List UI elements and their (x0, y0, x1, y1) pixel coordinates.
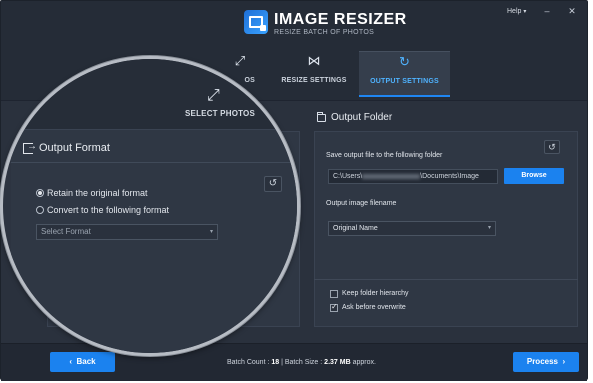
save-folder-label: Save output file to the following folder (326, 152, 443, 159)
help-menu[interactable]: Help ▾ (507, 8, 526, 15)
app-logo-icon (244, 10, 268, 34)
retain-format-label: Retain the original format (47, 188, 148, 198)
chevron-left-icon: ‹ (69, 357, 73, 366)
minimize-button[interactable]: – (541, 5, 553, 17)
convert-format-radio[interactable] (36, 206, 44, 214)
keep-hierarchy-label: Keep folder hierarchy (342, 290, 409, 297)
divider (314, 279, 578, 280)
app-subtitle: RESIZE BATCH OF PHOTOS (274, 29, 375, 36)
blurred-username (362, 173, 421, 179)
back-label: Back (76, 357, 96, 366)
expand-arrows-icon: ⤢ (207, 87, 220, 104)
filename-label: Output image filename (326, 200, 397, 207)
reset-format-button[interactable]: ↺ (264, 176, 282, 192)
chevron-down-icon: ▾ (209, 229, 213, 235)
browse-button[interactable]: Browse (504, 168, 564, 184)
process-button[interactable]: Process › (513, 352, 579, 372)
rotate-arrow-icon: ↻ (399, 54, 410, 69)
ask-overwrite-label: Ask before overwrite (342, 304, 406, 311)
format-select[interactable]: Select Format ▾ (36, 224, 218, 240)
tab-output-settings-label: OUTPUT SETTINGS (370, 78, 439, 85)
export-icon: → (23, 141, 37, 154)
back-button[interactable]: ‹ Back (50, 352, 115, 372)
retain-format-radio[interactable] (36, 189, 44, 197)
chevron-down-icon: ▾ (487, 225, 491, 231)
tab-output-settings[interactable]: ↻ OUTPUT SETTINGS (359, 51, 450, 97)
filename-value: Original Name (333, 225, 378, 232)
process-label: Process (526, 357, 558, 366)
convert-format-label: Convert to the following format (47, 205, 170, 215)
ask-overwrite-checkbox[interactable] (330, 302, 338, 312)
keep-hierarchy-checkbox[interactable] (330, 290, 338, 298)
reset-icon: ↺ (548, 142, 556, 152)
path-suffix: \Documents\Image (420, 173, 479, 180)
magnifier-lens: ⤢ SELECT PHOTOS → Output Format ↺ Retain… (0, 56, 300, 356)
batch-size-suffix: approx. (350, 359, 376, 366)
batch-count-label: Batch Count : (227, 359, 272, 366)
output-path-field[interactable]: C:\Users\ \Documents\Image (328, 169, 498, 184)
batch-count-value: 18 (271, 359, 280, 366)
output-format-title: Output Format (39, 142, 110, 154)
tab-select-photos-label[interactable]: SELECT PHOTOS (185, 109, 255, 118)
lens-tab-area (3, 59, 297, 129)
batch-size-label: | Batch Size : (279, 359, 325, 366)
chevron-right-icon: › (562, 357, 566, 366)
reset-folder-button[interactable]: ↺ (544, 140, 560, 154)
output-folder-title: Output Folder (331, 112, 393, 123)
close-button[interactable]: ✕ (566, 5, 578, 17)
path-prefix: C:\Users\ (333, 173, 363, 180)
help-label: Help (507, 8, 522, 15)
lens-output-format-panel (11, 129, 297, 353)
format-select-placeholder: Select Format (41, 227, 91, 236)
app-title: IMAGE RESIZER (274, 11, 407, 28)
filename-select[interactable]: Original Name ▾ (328, 221, 496, 236)
reset-icon: ↺ (268, 178, 278, 189)
active-tab-indicator (359, 95, 450, 97)
chevron-down-icon: ▾ (523, 9, 527, 15)
batch-info: Batch Count : 18 | Batch Size : 2.37 MB … (227, 359, 376, 366)
folder-icon (317, 112, 326, 122)
batch-size-value: 2.37 MB (324, 359, 351, 366)
